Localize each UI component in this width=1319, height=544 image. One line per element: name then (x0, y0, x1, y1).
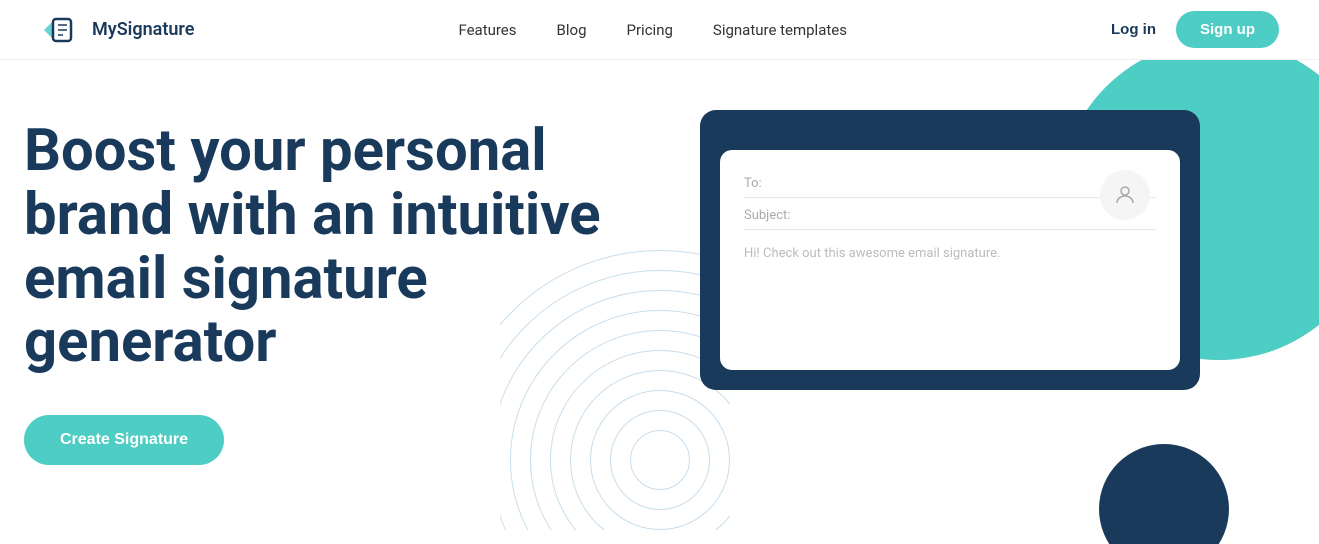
logo-text: MySignature (92, 19, 194, 40)
avatar (1100, 170, 1150, 220)
email-to-field: To: (744, 170, 1156, 198)
nav-links: Features Blog Pricing Signature template… (458, 21, 847, 39)
bg-navy-circle (1099, 444, 1229, 544)
email-mockup-card: To: Subject: Hi! Check out this awesome … (700, 110, 1200, 390)
nav-features[interactable]: Features (458, 21, 516, 39)
email-body: Hi! Check out this awesome email signatu… (744, 246, 1156, 261)
to-label: To: (744, 176, 799, 191)
hero-section: Boost your personal brand with an intuit… (0, 60, 1319, 544)
navbar-auth: Log in Sign up (1111, 11, 1279, 48)
user-icon (1113, 183, 1137, 207)
create-signature-button[interactable]: Create Signature (24, 415, 224, 465)
subject-label: Subject: (744, 208, 799, 223)
hero-content: Boost your personal brand with an intuit… (24, 120, 604, 465)
hero-headline: Boost your personal brand with an intuit… (24, 120, 604, 375)
signup-button[interactable]: Sign up (1176, 11, 1279, 48)
logo-icon (40, 10, 80, 50)
navbar-logo-area: MySignature (40, 10, 194, 50)
nav-pricing[interactable]: Pricing (627, 21, 673, 39)
login-button[interactable]: Log in (1111, 21, 1156, 38)
nav-blog[interactable]: Blog (557, 21, 587, 39)
email-subject-field: Subject: (744, 202, 1156, 230)
navbar: MySignature Features Blog Pricing Signat… (0, 0, 1319, 60)
nav-templates[interactable]: Signature templates (713, 21, 847, 39)
email-card-inner: To: Subject: Hi! Check out this awesome … (720, 150, 1180, 370)
